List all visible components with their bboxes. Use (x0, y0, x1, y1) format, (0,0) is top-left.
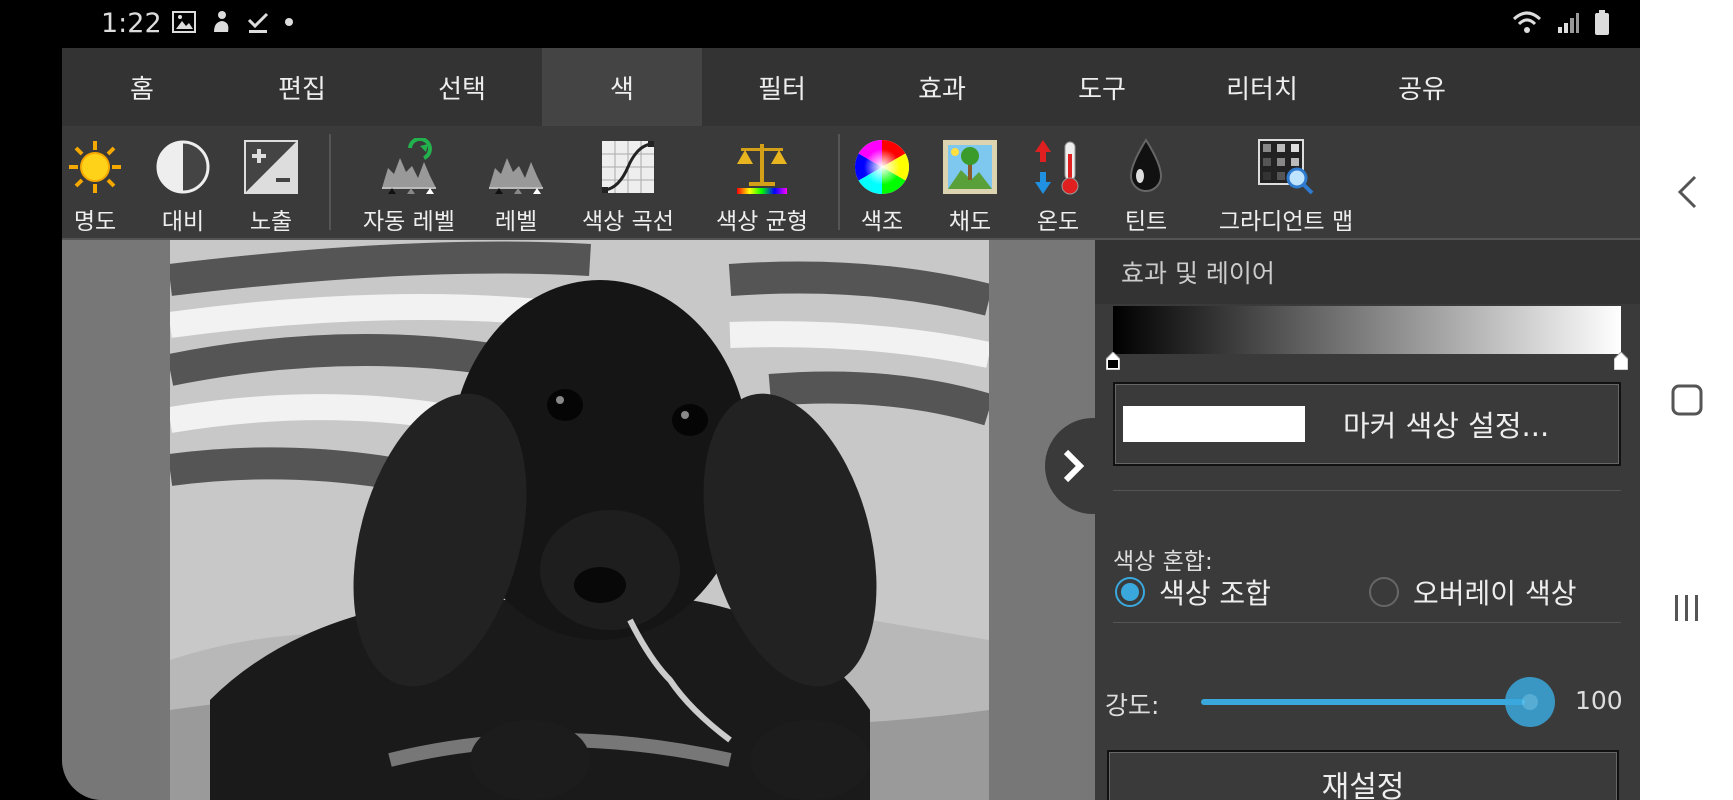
back-chevron-icon (1677, 175, 1696, 209)
tool-brightness[interactable]: 명도 (68, 126, 122, 238)
tool-label: 명도 (73, 209, 117, 235)
tool-hue[interactable]: 색조 (854, 126, 910, 238)
tool-color-curves[interactable]: 색상 곡선 (580, 126, 676, 238)
app-notification-icon (214, 11, 229, 32)
system-navigation-bar (1640, 0, 1733, 800)
radio-color-combine[interactable]: 색상 조합 (1115, 572, 1271, 612)
tab-edit[interactable]: 편집 (222, 48, 382, 126)
panel-title: 효과 및 레이어 (1121, 259, 1275, 288)
color-balance-icon (737, 144, 787, 194)
status-notification-icons (172, 10, 294, 34)
tool-label: 레벨 (494, 209, 538, 235)
brightness-sun-icon (69, 141, 121, 193)
tool-label: 대비 (161, 209, 205, 235)
temperature-icon (1035, 140, 1079, 195)
tab-home[interactable]: 홈 (62, 48, 222, 126)
radio-label: 오버레이 색상 (1413, 577, 1577, 610)
download-done-icon (247, 12, 269, 33)
color-curves-icon (602, 141, 654, 193)
levels-icon (489, 158, 543, 194)
tab-select[interactable]: 선택 (382, 48, 542, 126)
toolbar-divider (838, 134, 840, 230)
effects-layers-panel: 효과 및 레이어 마커 색상 설정... 색상 혼합: 색상 조합 오버레이 색… (1095, 240, 1640, 800)
tool-color-balance[interactable]: 색상 균형 (714, 126, 810, 238)
tool-label: 그라디언트 맵 (1218, 209, 1354, 235)
tab-tools[interactable]: 도구 (1022, 48, 1182, 126)
hue-wheel-icon (854, 140, 910, 194)
radio-overlay-color[interactable]: 오버레이 색상 (1369, 572, 1576, 612)
contrast-icon (156, 140, 210, 194)
set-marker-color-button[interactable]: 마커 색상 설정... (1113, 382, 1621, 466)
radio-label: 색상 조합 (1159, 577, 1271, 610)
tool-label: 색상 곡선 (582, 209, 674, 235)
recents-button[interactable] (1640, 578, 1733, 638)
tool-label: 채도 (948, 209, 992, 235)
tint-drop-icon (1129, 138, 1163, 192)
gradient-marker-black[interactable] (1106, 352, 1120, 370)
signal-icon (1558, 13, 1579, 33)
tool-exposure[interactable]: 노출 (244, 126, 298, 238)
tool-label: 자동 레벨 (363, 209, 455, 235)
photo-dog-grayscale (170, 240, 989, 800)
tool-label: 틴트 (1124, 209, 1168, 235)
tab-share[interactable]: 공유 (1342, 48, 1502, 126)
tool-auto-levels[interactable]: 자동 레벨 (354, 126, 464, 238)
strength-slider-thumb[interactable] (1505, 677, 1555, 727)
recents-bars-icon (1674, 595, 1698, 621)
main-menu-bar: 홈 편집 선택 색 필터 효과 도구 리터치 공유 (62, 48, 1640, 126)
dog-photo-image (170, 240, 989, 800)
tool-label: 색상 균형 (716, 209, 808, 235)
battery-icon (1595, 10, 1609, 35)
status-bar: 1:22 (0, 0, 1640, 48)
panel-divider (1113, 490, 1621, 491)
home-button[interactable] (1640, 370, 1733, 430)
tab-effects[interactable]: 효과 (862, 48, 1022, 126)
tool-label: 온도 (1036, 209, 1080, 235)
tool-label: 색조 (860, 209, 904, 235)
tab-color[interactable]: 색 (542, 48, 702, 126)
panel-header: 효과 및 레이어 (1095, 240, 1640, 304)
gradient-preview-bar[interactable] (1113, 306, 1621, 354)
saturation-icon (943, 140, 997, 194)
gallery-icon (172, 11, 196, 33)
toolbar-divider (329, 134, 331, 230)
status-time: 1:22 (101, 8, 162, 39)
photo-editor-app: 홈 편집 선택 색 필터 효과 도구 리터치 공유 명도 대비 노출 자동 레벨… (62, 48, 1640, 800)
strength-label: 강도: (1105, 691, 1160, 720)
tool-gradient-map[interactable]: 그라디언트 맵 (1218, 126, 1354, 238)
radio-indicator-selected (1115, 577, 1145, 607)
image-canvas[interactable] (62, 240, 1095, 800)
strength-slider-track[interactable] (1201, 699, 1525, 705)
tool-tint[interactable]: 틴트 (1118, 126, 1174, 238)
tool-label: 노출 (249, 209, 293, 235)
gradient-marker-white[interactable] (1614, 352, 1628, 370)
color-blend-label: 색상 혼합: (1113, 549, 1213, 575)
tool-saturation[interactable]: 채도 (942, 126, 998, 238)
chevron-right-icon (1063, 449, 1085, 483)
tool-temperature[interactable]: 온도 (1030, 126, 1086, 238)
panel-divider (1113, 622, 1621, 623)
status-system-icons (1512, 10, 1610, 36)
tool-contrast[interactable]: 대비 (156, 126, 210, 238)
home-square-icon (1671, 384, 1702, 416)
tab-filter[interactable]: 필터 (702, 48, 862, 126)
dot-icon (285, 18, 293, 26)
back-button[interactable] (1640, 162, 1733, 222)
tab-retouch[interactable]: 리터치 (1182, 48, 1342, 126)
marker-color-swatch (1123, 406, 1305, 442)
auto-levels-icon (382, 138, 436, 194)
tool-levels[interactable]: 레벨 (486, 126, 546, 238)
strength-value: 100 (1575, 686, 1623, 715)
reset-button[interactable]: 재설정 (1107, 750, 1619, 800)
gradient-map-icon (1258, 139, 1314, 195)
exposure-icon (244, 140, 298, 194)
wifi-icon (1512, 11, 1542, 33)
color-toolbar: 명도 대비 노출 자동 레벨 레벨 색상 곡선 색상 균형 색조 채도 온도 틴… (62, 126, 1640, 240)
radio-indicator-unselected (1369, 577, 1399, 607)
reset-button-label: 재설정 (1321, 770, 1405, 800)
marker-color-button-label: 마커 색상 설정... (1343, 409, 1550, 443)
